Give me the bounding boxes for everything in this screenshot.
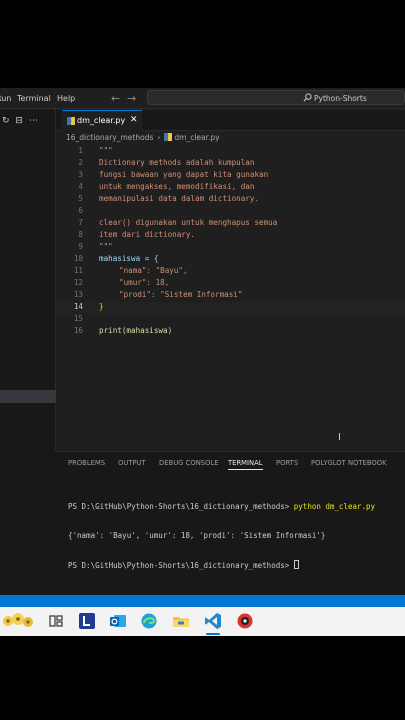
code-line: 2 Dictionary methods adalah kumpulan bbox=[78, 158, 255, 167]
terminal-cursor bbox=[293, 560, 299, 569]
menu-run[interactable]: Run bbox=[0, 94, 11, 103]
flower-widget-icon[interactable] bbox=[2, 612, 34, 630]
code-line: 12 "umur": 18, bbox=[73, 278, 170, 287]
terminal-command-line: PS D:\GitHub\Python-Shorts\16_dictionary… bbox=[68, 502, 375, 513]
tab-label: dm_clear.py bbox=[77, 116, 126, 125]
active-app-indicator bbox=[206, 633, 220, 635]
file-explorer-icon[interactable] bbox=[172, 612, 190, 630]
code-line: 3 fungsi bawaan yang dapat kita gunakan bbox=[78, 170, 269, 179]
forward-arrow-icon[interactable]: → bbox=[127, 92, 136, 105]
breadcrumb-separator: › bbox=[157, 133, 161, 142]
code-line: 16 print(mahasiswa) bbox=[73, 326, 173, 335]
explorer-sidebar: ↻ ⊟ ⋯ bbox=[0, 110, 56, 451]
code-line: 6 bbox=[78, 206, 83, 215]
windows-taskbar bbox=[0, 607, 405, 636]
terminal-command: python dm_clear.py bbox=[293, 502, 376, 511]
tab-polyglot-notebook[interactable]: POLYGLOT NOTEBOOK bbox=[311, 459, 387, 467]
outlook-icon[interactable] bbox=[109, 612, 127, 630]
terminal-prompt: PS D:\GitHub\Python-Shorts\16_dictionary… bbox=[68, 502, 290, 511]
command-center-search[interactable]: Python-Shorts bbox=[147, 90, 405, 105]
tab-debug-console[interactable]: DEBUG CONSOLE bbox=[159, 459, 219, 467]
code-line: 5 memanipulasi data dalam dictionary. bbox=[78, 194, 260, 203]
status-bar bbox=[0, 595, 405, 607]
back-arrow-icon[interactable]: ← bbox=[111, 92, 120, 105]
search-icon bbox=[303, 93, 312, 102]
code-line-active: 14} bbox=[56, 302, 405, 314]
task-view-icon[interactable] bbox=[47, 612, 65, 630]
close-icon[interactable]: ✕ bbox=[130, 115, 138, 125]
vscode-window: Run Terminal Help ← → Python-Shorts ↻ ⊟ … bbox=[0, 88, 405, 636]
code-line: 15 bbox=[73, 314, 83, 323]
code-line: 11 "nama": "Bayu", bbox=[73, 266, 188, 275]
tab-terminal[interactable]: TERMINAL bbox=[228, 459, 263, 470]
python-file-icon bbox=[164, 133, 173, 141]
menu-help[interactable]: Help bbox=[57, 94, 75, 103]
code-line: 8 item dari dictionary. bbox=[78, 230, 196, 239]
tab-ports[interactable]: PORTS bbox=[276, 459, 298, 467]
l-app-icon[interactable] bbox=[78, 612, 96, 630]
selected-file-row[interactable] bbox=[0, 390, 56, 403]
terminal-prompt: PS D:\GitHub\Python-Shorts\16_dictionary… bbox=[68, 561, 290, 570]
terminal-result: {'nama': 'Bayu', 'umur': 18, 'prodi': 'S… bbox=[68, 531, 326, 540]
explorer-actions: ↻ ⊟ ⋯ bbox=[2, 116, 41, 126]
title-bar: Run Terminal Help ← → Python-Shorts bbox=[0, 88, 405, 109]
python-file-icon bbox=[67, 117, 75, 125]
vscode-icon[interactable] bbox=[204, 612, 222, 630]
editor-tabs: dm_clear.py ✕ bbox=[56, 110, 405, 131]
refresh-icon[interactable]: ↻ bbox=[2, 116, 10, 126]
collapse-all-icon[interactable]: ⊟ bbox=[15, 116, 23, 126]
code-line: 10 mahasiswa = { bbox=[73, 254, 159, 263]
breadcrumb-folder[interactable]: 16_dictionary_methods bbox=[66, 133, 153, 142]
more-icon[interactable]: ⋯ bbox=[29, 116, 38, 126]
code-line: 1 """ bbox=[78, 146, 113, 155]
tab-dm-clear[interactable]: dm_clear.py ✕ bbox=[62, 110, 142, 131]
menu-terminal[interactable]: Terminal bbox=[17, 94, 51, 103]
terminal-output[interactable]: PS D:\GitHub\Python-Shorts\16_dictionary… bbox=[68, 484, 375, 589]
breadcrumb-file[interactable]: dm_clear.py bbox=[174, 133, 219, 142]
record-app-icon[interactable] bbox=[236, 612, 254, 630]
tab-output[interactable]: OUTPUT bbox=[118, 459, 146, 467]
terminal-prompt-line: PS D:\GitHub\Python-Shorts\16_dictionary… bbox=[68, 560, 375, 571]
code-line: 7 clear() digunakan untuk menghapus semua bbox=[78, 218, 278, 227]
command-center-label: Python-Shorts bbox=[314, 94, 367, 103]
code-line: 13 "prodi": "Sistem Informasi" bbox=[73, 290, 243, 299]
edge-icon[interactable] bbox=[140, 612, 158, 630]
code-editor[interactable]: 1 """ 2 Dictionary methods adalah kumpulan… bbox=[56, 144, 405, 451]
mouse-ibeam-icon: I bbox=[338, 432, 341, 443]
code-line: 4 untuk mengakses, memodifikasi, dan bbox=[78, 182, 255, 191]
tab-problems[interactable]: PROBLEMS bbox=[68, 459, 105, 467]
panel-tabs: PROBLEMS OUTPUT DEBUG CONSOLE TERMINAL P… bbox=[56, 452, 405, 474]
code-line: 9 """ bbox=[78, 242, 113, 251]
